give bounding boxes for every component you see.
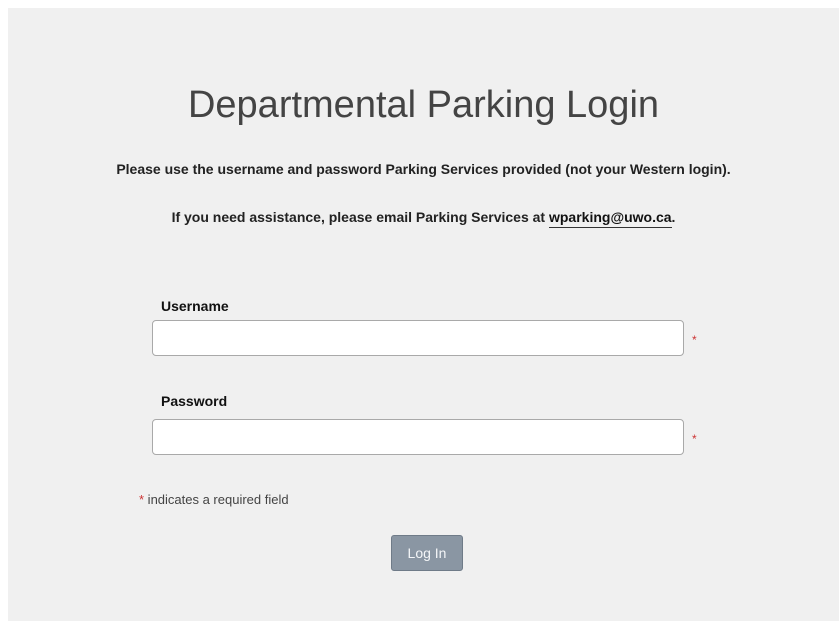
password-required-marker: * (692, 432, 697, 446)
password-label: Password (161, 393, 228, 409)
assistance-suffix: . (671, 209, 676, 225)
login-instructions: Please use the username and password Par… (116, 161, 731, 177)
assistance-prefix: If you need assistance, please email Par… (171, 209, 549, 225)
login-panel: Departmental Parking Login Please use th… (8, 8, 839, 621)
username-required-marker: * (692, 333, 697, 347)
required-note-text: indicates a required field (144, 492, 289, 507)
password-input[interactable] (152, 419, 684, 455)
username-input[interactable] (152, 320, 684, 356)
login-button[interactable]: Log In (391, 535, 463, 571)
username-label: Username (161, 298, 229, 314)
support-email-link[interactable]: wparking@uwo.ca (548, 209, 672, 228)
assistance-text: If you need assistance, please email Par… (8, 208, 839, 228)
page-title: Departmental Parking Login (187, 84, 660, 126)
required-field-note: * indicates a required field (139, 492, 289, 508)
